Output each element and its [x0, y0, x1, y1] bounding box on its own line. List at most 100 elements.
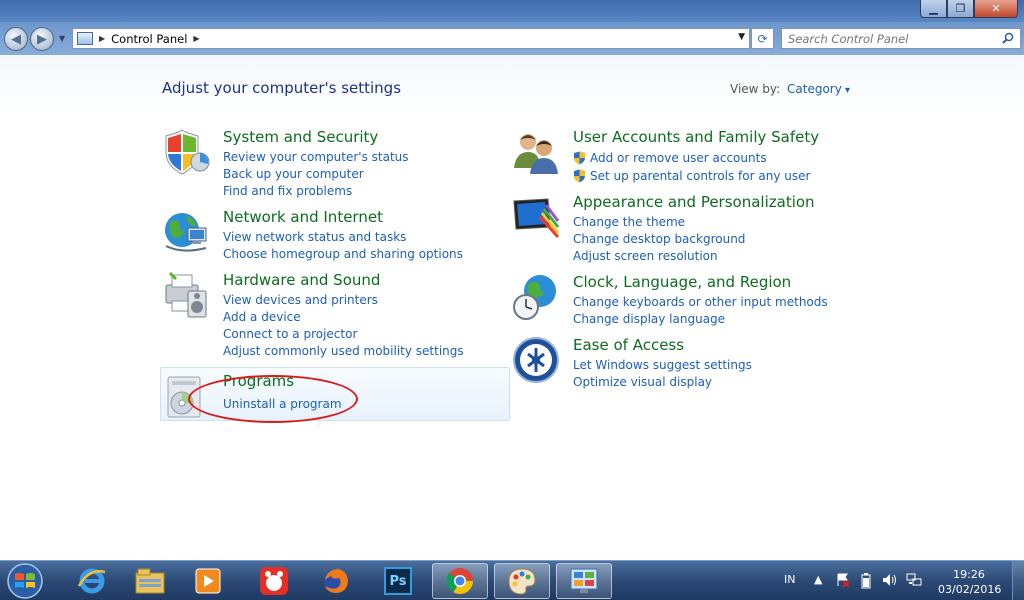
address-dropdown-icon[interactable]: ▼: [738, 32, 745, 42]
close-icon: ✕: [991, 2, 1001, 15]
window-title-bar: ▁ ❐ ✕: [0, 0, 1024, 22]
link-label: Add or remove user accounts: [590, 151, 767, 165]
recent-pages-button[interactable]: ▼: [59, 34, 65, 43]
search-icon[interactable]: [1002, 32, 1014, 44]
ease-of-access-icon: [513, 337, 559, 383]
link-mobility-settings[interactable]: Adjust commonly used mobility settings: [223, 343, 464, 360]
link-display-language[interactable]: Change display language: [573, 311, 828, 328]
category-title[interactable]: System and Security: [223, 128, 378, 146]
category-title[interactable]: Hardware and Sound: [223, 271, 380, 289]
network-icon[interactable]: [906, 573, 922, 590]
media-player-icon: [195, 568, 221, 594]
clock-time: 19:26: [953, 568, 985, 581]
system-clock[interactable]: 19:26 03/02/2016: [938, 567, 1002, 597]
taskbar-internet-explorer[interactable]: [64, 563, 120, 599]
users-icon: [514, 134, 558, 174]
link-review-status[interactable]: Review your computer's status: [223, 149, 409, 166]
firefox-icon: [324, 569, 348, 593]
link-homegroup[interactable]: Choose homegroup and sharing options: [223, 246, 463, 263]
link-add-remove-accounts[interactable]: Add or remove user accounts: [573, 149, 810, 167]
paint-palette-icon: [508, 568, 536, 595]
folder-icon: [135, 568, 165, 594]
minimize-button[interactable]: ▁: [920, 0, 947, 18]
link-add-device[interactable]: Add a device: [223, 309, 464, 326]
link-desktop-background[interactable]: Change desktop background: [573, 231, 745, 248]
control-panel-content: Adjust your computer's settings View by:…: [0, 55, 1024, 560]
category-title[interactable]: Network and Internet: [223, 208, 383, 226]
volume-icon[interactable]: [882, 573, 898, 590]
uac-shield-icon: [574, 169, 585, 183]
printer-speaker-icon: [165, 271, 207, 318]
taskbar-chrome[interactable]: [432, 563, 488, 599]
category-links: View devices and printers Add a device C…: [223, 292, 464, 360]
monitor-paint-icon: [513, 198, 560, 239]
link-optimize-visual[interactable]: Optimize visual display: [573, 374, 752, 391]
link-suggest-settings[interactable]: Let Windows suggest settings: [573, 357, 752, 374]
internet-explorer-icon: [77, 568, 106, 594]
taskbar-app-red[interactable]: [246, 563, 302, 599]
link-projector[interactable]: Connect to a projector: [223, 326, 464, 343]
taskbar-control-panel[interactable]: [556, 563, 612, 599]
photoshop-label: Ps: [389, 573, 407, 589]
category-links: Review your computer's status Back up yo…: [223, 149, 409, 200]
clock-date: 03/02/2016: [938, 583, 1002, 596]
link-find-fix[interactable]: Find and fix problems: [223, 183, 409, 200]
app-red-icon: [260, 567, 288, 595]
category-links: Change keyboards or other input methods …: [573, 294, 828, 328]
category-links: View network status and tasks Choose hom…: [223, 229, 463, 263]
view-by-dropdown[interactable]: Category: [787, 82, 850, 96]
link-back-up[interactable]: Back up your computer: [223, 166, 409, 183]
arrow-right-icon: ▶: [37, 31, 47, 47]
category-title[interactable]: Appearance and Personalization: [573, 193, 815, 211]
category-title[interactable]: Clock, Language, and Region: [573, 273, 791, 291]
back-button[interactable]: ◀: [4, 27, 28, 51]
minimize-icon: ▁: [929, 2, 938, 15]
annotation-ring: [188, 375, 358, 423]
battery-icon[interactable]: [860, 573, 872, 592]
start-button[interactable]: [2, 562, 48, 600]
control-panel-icon: [77, 32, 93, 45]
show-hidden-icons-button[interactable]: ▲: [814, 573, 822, 586]
maximize-button[interactable]: ❐: [947, 0, 974, 18]
link-network-status[interactable]: View network status and tasks: [223, 229, 463, 246]
taskbar-file-explorer[interactable]: [122, 563, 178, 599]
restore-icon: ❐: [955, 2, 966, 15]
taskbar-media-player[interactable]: [180, 563, 236, 599]
clock-globe-icon: [513, 275, 556, 320]
breadcrumb-chevron-icon[interactable]: ▶: [99, 34, 105, 43]
forward-button[interactable]: ▶: [30, 27, 54, 51]
window-controls: ▁ ❐ ✕: [920, 0, 1018, 18]
link-devices-printers[interactable]: View devices and printers: [223, 292, 464, 309]
refresh-button[interactable]: ⟳: [751, 28, 774, 49]
view-by-label: View by:: [730, 82, 781, 96]
close-button[interactable]: ✕: [974, 0, 1018, 18]
link-parental-controls[interactable]: Set up parental controls for any user: [573, 167, 810, 185]
breadcrumb-control-panel[interactable]: Control Panel: [111, 32, 187, 46]
network-globe-icon: [165, 213, 207, 252]
category-links: Let Windows suggest settings Optimize vi…: [573, 357, 752, 391]
address-bar[interactable]: ▶ Control Panel ▶ ▼: [72, 28, 750, 49]
uac-shield-icon: [574, 151, 585, 165]
taskbar-paint[interactable]: [494, 563, 550, 599]
action-center-icon[interactable]: [836, 573, 850, 590]
breadcrumb-chevron-icon[interactable]: ▶: [193, 34, 199, 43]
taskbar-firefox[interactable]: [308, 563, 364, 599]
chrome-icon: [446, 568, 474, 595]
show-desktop-button[interactable]: [1012, 561, 1024, 600]
refresh-icon: ⟳: [757, 31, 768, 46]
link-label: Set up parental controls for any user: [590, 169, 811, 183]
category-title[interactable]: User Accounts and Family Safety: [573, 128, 819, 146]
link-screen-resolution[interactable]: Adjust screen resolution: [573, 248, 745, 265]
taskbar-photoshop[interactable]: Ps: [370, 563, 426, 599]
input-language[interactable]: IN: [784, 573, 795, 586]
page-title: Adjust your computer's settings: [162, 79, 402, 97]
security-shield-icon: [165, 129, 210, 175]
link-keyboards-input[interactable]: Change keyboards or other input methods: [573, 294, 828, 311]
search-box[interactable]: [781, 28, 1021, 49]
search-input[interactable]: [788, 29, 998, 48]
category-links: Add or remove user accounts Set up paren…: [573, 149, 810, 185]
link-change-theme[interactable]: Change the theme: [573, 214, 745, 231]
category-title[interactable]: Ease of Access: [573, 336, 684, 354]
navigation-bar: ◀ ▶ ▼ ▶ Control Panel ▶ ▼ ⟳: [0, 22, 1024, 55]
control-panel-icon: [570, 568, 598, 593]
